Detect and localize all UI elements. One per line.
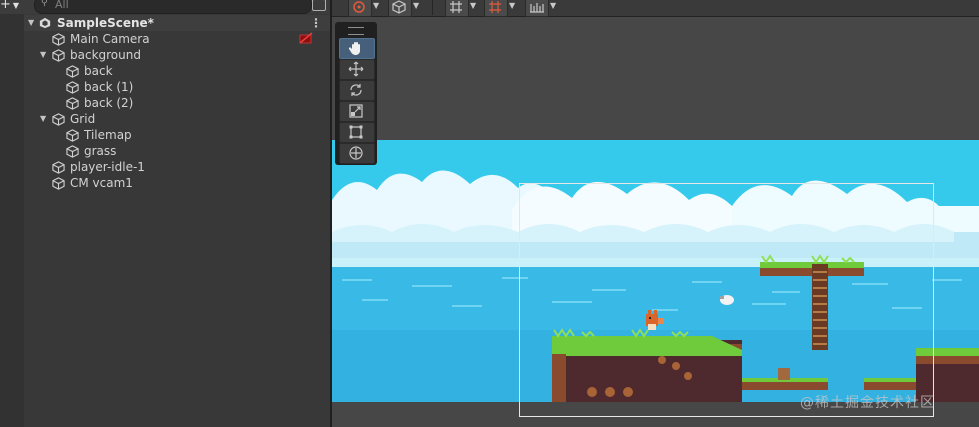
increment-snap-icon bbox=[489, 1, 501, 13]
hand-icon bbox=[348, 42, 360, 55]
scene-toolbar: ▼ ▼ ▼ ▼ ▼ bbox=[332, 0, 979, 17]
scene-view[interactable]: ▼ ▼ ▼ ▼ ▼ @稀土掘金技术社区 bbox=[332, 0, 979, 427]
hierarchy-item-grid[interactable]: ▼ Grid bbox=[24, 111, 330, 127]
chevron-down-icon[interactable]: ▼ bbox=[509, 1, 515, 10]
increment-snap-button[interactable] bbox=[484, 0, 508, 17]
expand-arrow-icon[interactable]: ▼ bbox=[40, 111, 46, 127]
hierarchy-item-player-idle-1[interactable]: player-idle-1 bbox=[24, 159, 330, 175]
chevron-down-icon[interactable]: ▼ bbox=[373, 1, 379, 10]
eagle-enemy bbox=[720, 295, 734, 305]
gameobject-icon bbox=[66, 129, 79, 142]
ruler-button[interactable] bbox=[525, 0, 549, 17]
hierarchy-item-tilemap[interactable]: Tilemap bbox=[24, 127, 330, 143]
game-scene-canvas bbox=[332, 140, 979, 402]
hierarchy-toolbar: + ▼ ⚲ All bbox=[0, 0, 330, 14]
gameobject-icon bbox=[66, 81, 79, 94]
hierarchy-gutter bbox=[0, 14, 24, 427]
gameobject-icon bbox=[66, 65, 79, 78]
chevron-down-icon: ▼ bbox=[12, 1, 20, 10]
hierarchy-item-label: CM vcam1 bbox=[70, 176, 133, 190]
tool-palette bbox=[335, 22, 377, 165]
scene-name: SampleScene* bbox=[57, 16, 154, 30]
hierarchy-panel: + ▼ ⚲ All ▼ SampleScene* ⋮ Main Camera ▼ ba… bbox=[0, 0, 330, 427]
more-options-icon[interactable]: ⋮ bbox=[310, 15, 322, 31]
toolbar-separator bbox=[432, 0, 433, 15]
search-placeholder: All bbox=[55, 0, 69, 11]
hierarchy-item-label: Tilemap bbox=[84, 128, 132, 142]
scale-tool-button[interactable] bbox=[339, 101, 375, 122]
lock-icon[interactable] bbox=[312, 0, 326, 11]
hierarchy-item-label: player-idle-1 bbox=[70, 160, 145, 174]
grid-snap-button[interactable] bbox=[445, 0, 469, 17]
move-icon bbox=[348, 61, 364, 77]
gameobject-icon bbox=[52, 49, 65, 62]
expand-arrow-icon[interactable]: ▼ bbox=[28, 15, 34, 31]
gameobject-icon bbox=[52, 161, 65, 174]
transform-tool-button[interactable] bbox=[339, 143, 375, 164]
gameobject-icon bbox=[66, 97, 79, 110]
gameobject-icon bbox=[66, 145, 79, 158]
watermark-text: @稀土掘金技术社区 bbox=[800, 395, 935, 411]
scene-root-row[interactable]: ▼ SampleScene* ⋮ bbox=[24, 15, 330, 31]
global-cube-icon bbox=[392, 0, 406, 14]
hierarchy-item-label: grass bbox=[84, 144, 117, 158]
expand-arrow-icon[interactable]: ▼ bbox=[40, 47, 46, 63]
move-tool-button[interactable] bbox=[339, 59, 375, 80]
hierarchy-item-back-2[interactable]: back (2) bbox=[24, 95, 330, 111]
hierarchy-search-input[interactable]: ⚲ All bbox=[34, 0, 312, 14]
global-toggle-button[interactable] bbox=[388, 0, 412, 17]
add-label: + bbox=[0, 0, 11, 12]
rotate-icon bbox=[350, 84, 362, 96]
chevron-down-icon[interactable]: ▼ bbox=[413, 1, 419, 10]
add-object-button[interactable]: + ▼ bbox=[0, 0, 26, 13]
hierarchy-item-background[interactable]: ▼ background bbox=[24, 47, 330, 63]
gameobject-icon bbox=[52, 177, 65, 190]
search-icon: ⚲ bbox=[41, 0, 48, 8]
ruler-icon bbox=[530, 3, 544, 13]
horizon bbox=[332, 258, 979, 267]
hierarchy-item-label: Main Camera bbox=[70, 32, 150, 46]
unity-scene-icon bbox=[39, 17, 51, 29]
hierarchy-item-label: back (1) bbox=[84, 80, 134, 94]
grid-snap-icon bbox=[450, 1, 462, 13]
rect-transform-icon bbox=[349, 125, 363, 139]
camera-warning-icon bbox=[299, 32, 313, 44]
hierarchy-item-grass[interactable]: grass bbox=[24, 143, 330, 159]
hierarchy-item-back-1[interactable]: back (1) bbox=[24, 79, 330, 95]
rect-tool-button[interactable] bbox=[339, 122, 375, 143]
scale-icon bbox=[349, 104, 363, 118]
gameobject-icon bbox=[52, 33, 65, 46]
hierarchy-item-label: background bbox=[70, 48, 141, 62]
hierarchy-item-back[interactable]: back bbox=[24, 63, 330, 79]
hierarchy-item-label: back (2) bbox=[84, 96, 134, 110]
chevron-down-icon[interactable]: ▼ bbox=[470, 1, 476, 10]
hierarchy-item-main-camera[interactable]: Main Camera bbox=[24, 31, 330, 47]
main-island bbox=[552, 328, 742, 402]
chevron-down-icon[interactable]: ▼ bbox=[550, 1, 556, 10]
pivot-icon bbox=[353, 1, 365, 13]
hand-tool-button[interactable] bbox=[339, 38, 375, 59]
hierarchy-item-cm-vcam1[interactable]: CM vcam1 bbox=[24, 175, 330, 191]
hierarchy-item-label: Grid bbox=[70, 112, 96, 126]
rotate-tool-button[interactable] bbox=[339, 80, 375, 101]
grip-icon[interactable] bbox=[348, 27, 364, 35]
pivot-toggle-button[interactable] bbox=[348, 0, 372, 17]
gameobject-icon bbox=[52, 113, 65, 126]
hierarchy-item-label: back bbox=[84, 64, 113, 78]
transform-icon bbox=[349, 146, 363, 160]
